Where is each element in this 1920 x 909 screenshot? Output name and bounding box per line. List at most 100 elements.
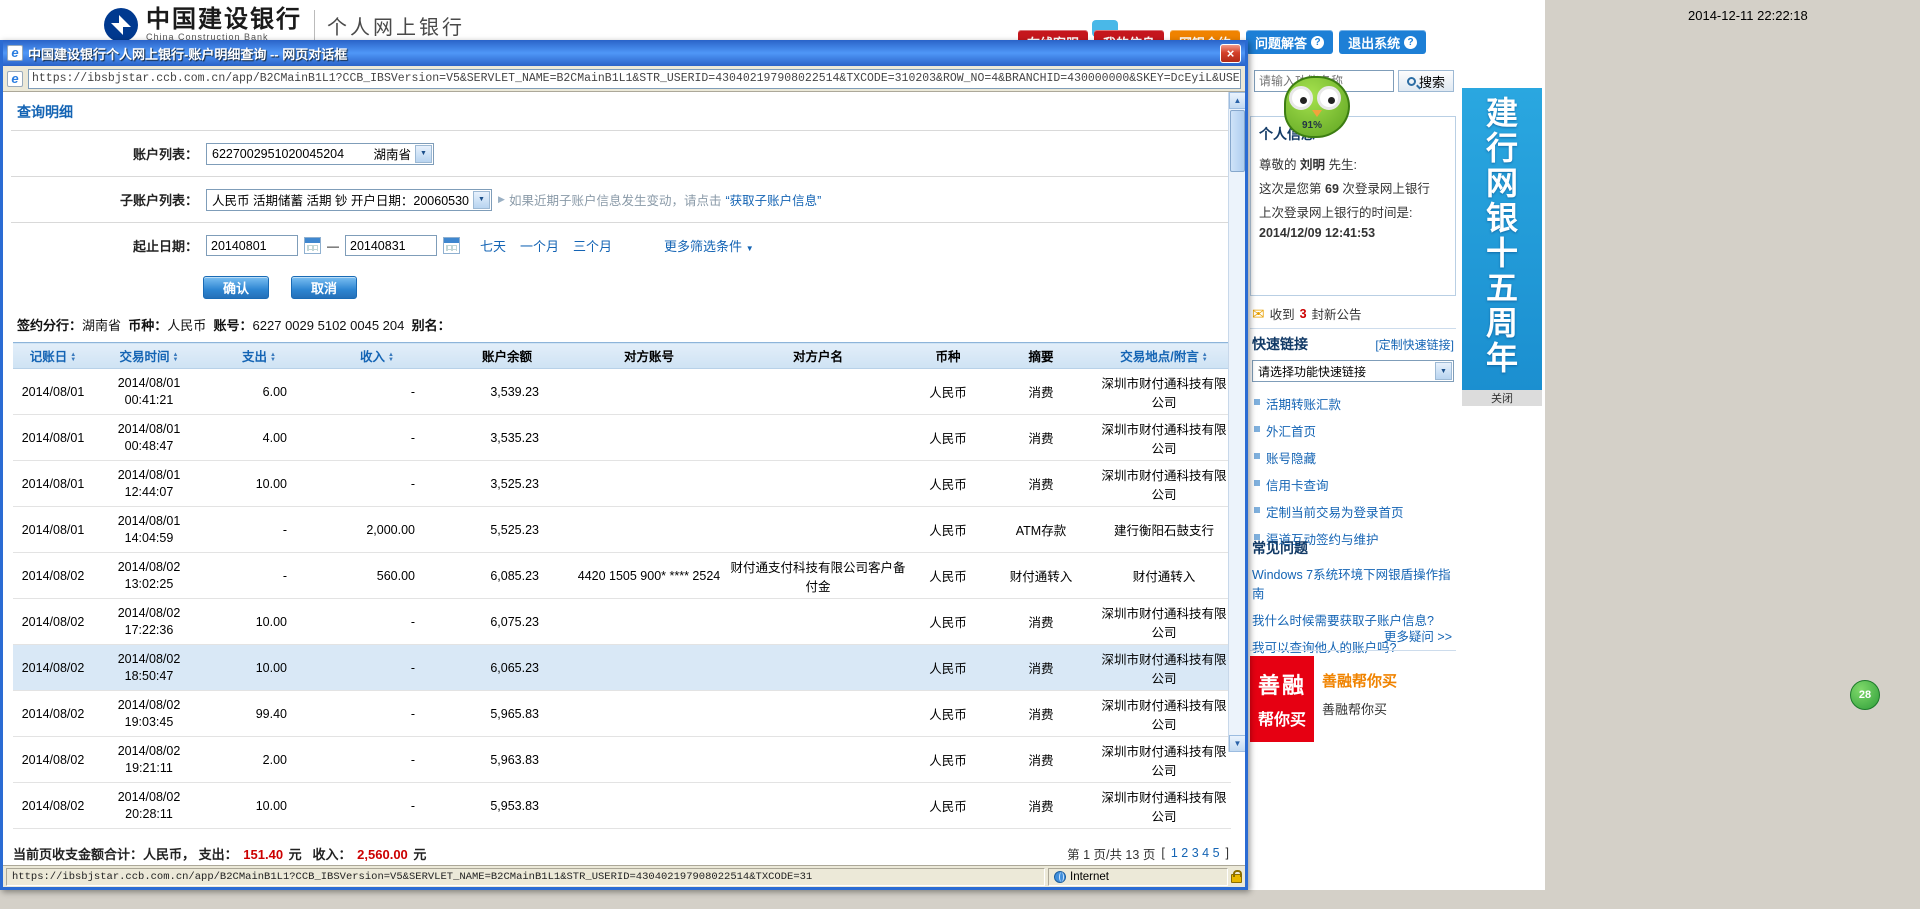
range-link-2[interactable]: 一个月 <box>520 236 559 255</box>
quicklink-item-3[interactable]: 账号隐藏 <box>1252 444 1454 471</box>
cell-counter-name <box>725 691 911 737</box>
txn-date: 2014/08/01 <box>97 467 201 484</box>
scrollbar-thumb[interactable] <box>1230 110 1245 172</box>
page-link-4[interactable]: 4 <box>1202 846 1209 860</box>
quicklinks-header: 快速链接 [定制快速链接] <box>1252 334 1454 354</box>
date-from-input[interactable] <box>206 235 298 256</box>
search-button[interactable]: 搜索 <box>1398 70 1454 92</box>
cell-place: 深圳市财付通科技有限公司 <box>1097 415 1231 461</box>
column-header-1[interactable]: 记账日▲▼ <box>13 343 93 369</box>
chevron-down-icon[interactable]: ▼ <box>1435 362 1452 380</box>
customize-quicklinks-link[interactable]: [定制快速链接] <box>1375 336 1454 353</box>
cell-txn-time: 2014/08/0218:50:47 <box>93 645 205 691</box>
account-list-label: 账户列表： <box>3 144 198 163</box>
table-row[interactable]: 2014/08/022014/08/0219:03:4599.40-5,965.… <box>13 691 1231 737</box>
table-row[interactable]: 2014/08/022014/08/0218:50:4710.00-6,065.… <box>13 645 1231 691</box>
page-link-5[interactable]: 5 <box>1213 846 1220 860</box>
chevron-down-icon[interactable]: ▼ <box>415 145 432 163</box>
date-to-input[interactable] <box>345 235 437 256</box>
address-field[interactable]: https://ibsbjstar.ccb.com.cn/app/B2CMain… <box>28 69 1241 89</box>
cell-place: 深圳市财付通科技有限公司 <box>1097 369 1231 415</box>
cell-counter-account <box>573 507 725 553</box>
promo-banner[interactable]: 善融 帮你买 善融帮你买 善融帮你买 <box>1250 656 1456 742</box>
cell-balance: 5,525.23 <box>441 507 573 553</box>
page-indicator: 第 1 页/共 13 页 <box>1067 844 1155 863</box>
new-notice-link[interactable]: ✉ 收到 3 封新公告 <box>1252 304 1362 323</box>
page-link-1[interactable]: 1 <box>1171 846 1178 860</box>
question-icon: ? <box>1404 36 1417 49</box>
banner-char: 年 <box>1486 341 1518 376</box>
sort-down-icon: ▼ <box>70 358 76 363</box>
table-row[interactable]: 2014/08/022014/08/0219:21:112.00-5,963.8… <box>13 737 1231 783</box>
cell-currency: 人民币 <box>911 737 985 783</box>
table-row[interactable]: 2014/08/012014/08/0112:44:0710.00-3,525.… <box>13 461 1231 507</box>
calendar-icon[interactable] <box>304 237 321 254</box>
quicklink-item-1[interactable]: 活期转账汇款 <box>1252 390 1454 417</box>
table-row[interactable]: 2014/08/012014/08/0114:04:59-2,000.005,5… <box>13 507 1231 553</box>
txn-time: 19:21:11 <box>97 760 201 777</box>
page-link-2[interactable]: 2 <box>1181 846 1188 860</box>
cell-summary: 消费 <box>985 691 1097 737</box>
banner-char: 银 <box>1486 201 1518 236</box>
cell-counter-account <box>573 645 725 691</box>
page-link-3[interactable]: 3 <box>1192 846 1199 860</box>
anniversary-banner[interactable]: 建行网银十五周年 <box>1462 88 1542 390</box>
notification-badge[interactable]: 28 <box>1850 680 1880 710</box>
account-region: 湖南省 <box>373 144 411 163</box>
table-row[interactable]: 2014/08/022014/08/0220:28:1110.00-5,953.… <box>13 783 1231 829</box>
faq-list: Windows 7系统环境下网银盾操作指南我什么时候需要获取子账户信息?我可以查… <box>1252 560 1454 660</box>
page-summary-bar: 当前页收支金额合计：人民币， 支出： 151.40 元 收入： 2,560.00… <box>3 843 1245 863</box>
table-row[interactable]: 2014/08/022014/08/0213:02:25-560.006,085… <box>13 553 1231 599</box>
close-icon[interactable]: × <box>1220 44 1241 63</box>
summary-totals: 当前页收支金额合计：人民币， 支出： 151.40 元 收入： 2,560.00… <box>13 844 426 863</box>
zone-label: Internet <box>1070 871 1109 883</box>
range-link-3[interactable]: 三个月 <box>573 236 612 255</box>
column-header-7: 对方户名 <box>725 343 911 369</box>
last-login-label: 上次登录网上银行的时间是: <box>1251 197 1455 221</box>
faq-more-link[interactable]: 更多疑问 >> <box>1384 626 1452 645</box>
chevron-down-icon[interactable]: ▼ <box>473 191 490 209</box>
calendar-icon[interactable] <box>443 237 460 254</box>
cell-currency: 人民币 <box>911 599 985 645</box>
quicklink-item-4[interactable]: 信用卡查询 <box>1252 471 1454 498</box>
banner-char: 行 <box>1486 131 1518 166</box>
quicklink-item-5[interactable]: 定制当前交易为登录首页 <box>1252 498 1454 525</box>
ccb-logo[interactable]: 中国建设银行 China Construction Bank 个人网上银行 <box>104 8 465 42</box>
dialog-scrollbar[interactable]: ▲ ▼ <box>1228 92 1245 752</box>
column-header-label: 交易地点/附言 <box>1120 350 1198 364</box>
more-filters-link[interactable]: 更多筛选条件 ▼ <box>664 236 754 255</box>
dialog-titlebar[interactable]: e 中国建设银行个人网上银行-账户明细查询 -- 网页对话框 × <box>3 40 1245 66</box>
cell-summary: 消费 <box>985 599 1097 645</box>
column-header-3[interactable]: 支出▲▼ <box>205 343 313 369</box>
table-row[interactable]: 2014/08/012014/08/0100:41:216.00-3,539.2… <box>13 369 1231 415</box>
cancel-button[interactable]: 取消 <box>291 276 357 299</box>
confirm-button[interactable]: 确认 <box>203 276 269 299</box>
cell-out: 6.00 <box>205 369 313 415</box>
branch-value: 湖南省 <box>82 318 121 333</box>
table-row[interactable]: 2014/08/012014/08/0100:48:474.00-3,535.2… <box>13 415 1231 461</box>
faq-item-1[interactable]: Windows 7系统环境下网银盾操作指南 <box>1252 560 1454 606</box>
refresh-subaccount-link[interactable]: “获取子账户信息” <box>725 190 821 209</box>
column-header-2[interactable]: 交易时间▲▼ <box>93 343 205 369</box>
nav-button-4[interactable]: 问题解答? <box>1246 30 1333 54</box>
cell-date: 2014/08/02 <box>13 553 93 599</box>
column-header-10[interactable]: 交易地点/附言▲▼ <box>1097 343 1231 369</box>
table-row[interactable]: 2014/08/022014/08/0217:22:3610.00-6,075.… <box>13 599 1231 645</box>
range-link-1[interactable]: 七天 <box>480 236 506 255</box>
cell-in: - <box>313 369 441 415</box>
mascot-character[interactable]: 91% <box>1284 76 1350 138</box>
sidebar-divider <box>1250 650 1456 651</box>
quicklinks-select[interactable]: 请选择功能快速链接 ▼ <box>1252 360 1454 382</box>
nav-button-label: 退出系统 <box>1348 33 1400 52</box>
subaccount-select[interactable]: 人民币 活期储蓄 活期 钞 开户日期：20060530 ▼ <box>206 189 492 211</box>
date-dash: — <box>327 239 339 253</box>
nav-button-5[interactable]: 退出系统? <box>1339 30 1426 54</box>
scroll-down-icon[interactable]: ▼ <box>1229 735 1245 752</box>
quicklink-item-2[interactable]: 外汇首页 <box>1252 417 1454 444</box>
cell-balance: 5,963.83 <box>441 737 573 783</box>
banner-close-button[interactable]: 关闭 <box>1462 390 1542 406</box>
account-select[interactable]: 6227002951020045204 湖南省 ▼ <box>206 143 434 165</box>
column-header-4[interactable]: 收入▲▼ <box>313 343 441 369</box>
scroll-up-icon[interactable]: ▲ <box>1229 92 1245 109</box>
column-header-8: 币种 <box>911 343 985 369</box>
